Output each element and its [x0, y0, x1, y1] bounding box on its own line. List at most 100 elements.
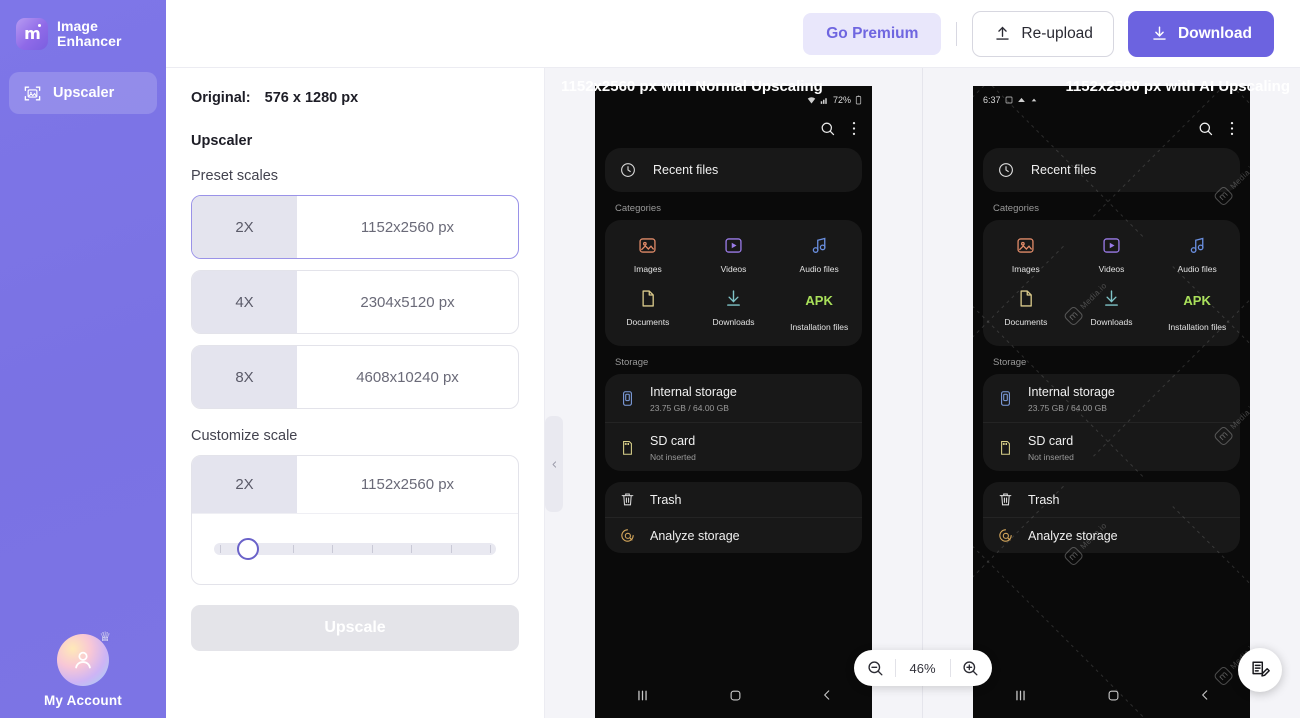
- home-icon[interactable]: [1106, 688, 1121, 703]
- battery-icon: [855, 95, 862, 105]
- category-downloads[interactable]: Downloads: [691, 288, 777, 332]
- original-label: Original:: [191, 90, 251, 106]
- recents-icon[interactable]: [1012, 687, 1029, 704]
- music-note-icon: [1187, 235, 1208, 256]
- category-documents[interactable]: Documents: [605, 288, 691, 332]
- sidebar-item-upscaler[interactable]: Upscaler: [9, 72, 157, 114]
- slider-tick: [332, 545, 334, 553]
- storage-sdcard-subtitle: Not inserted: [650, 452, 696, 462]
- sidebar: m Image Enhancer Upscaler ♕ My Account: [0, 0, 166, 718]
- preset-scale-2x-size: 1152x2560 px: [360, 218, 455, 236]
- upload-icon: [993, 24, 1012, 43]
- action-analyze-label: Analyze storage: [650, 528, 740, 543]
- storage-internal-title: Internal storage: [650, 385, 737, 399]
- go-premium-button[interactable]: Go Premium: [803, 12, 942, 55]
- collapse-panel-handle[interactable]: [545, 416, 563, 512]
- categories-header: Categories: [615, 203, 661, 214]
- category-audio[interactable]: Audio files: [776, 235, 862, 274]
- download-icon: [1150, 24, 1169, 43]
- app-root: m Image Enhancer Upscaler ♕ My Account G…: [0, 0, 1300, 718]
- category-audio-label: Audio files: [1177, 264, 1217, 274]
- storage-internal-text: Internal storage 23.75 GB / 64.00 GB: [650, 383, 737, 413]
- preview-image-ai[interactable]: 6:37 Recent files Categories Images Vide…: [973, 86, 1250, 718]
- search-icon[interactable]: [1197, 120, 1214, 137]
- my-account-label: My Account: [43, 693, 122, 708]
- preset-scale-4x-factor: 4X: [192, 271, 297, 333]
- storage-sdcard[interactable]: SD card Not inserted: [983, 422, 1240, 471]
- document-icon: [637, 288, 658, 309]
- video-icon: [1101, 235, 1122, 256]
- screenshot-icon: [1005, 96, 1013, 104]
- category-audio[interactable]: Audio files: [1154, 235, 1240, 274]
- storage-card: Internal storage 23.75 GB / 64.00 GB SD …: [983, 374, 1240, 471]
- custom-scale-slider[interactable]: [214, 538, 496, 560]
- storage-sdcard[interactable]: SD card Not inserted: [605, 422, 862, 471]
- storage-internal[interactable]: Internal storage 23.75 GB / 64.00 GB: [605, 374, 862, 422]
- zoom-in-button[interactable]: [961, 659, 980, 678]
- recent-files-row: Recent files: [983, 148, 1240, 192]
- my-account-button[interactable]: ♕ My Account: [0, 629, 166, 708]
- storage-sdcard-title: SD card: [1028, 434, 1074, 448]
- action-analyze-storage[interactable]: Analyze storage: [605, 517, 862, 553]
- categories-grid: Images Videos Audio files Documents Down…: [605, 220, 862, 346]
- brand-name-line1: Image: [57, 17, 98, 34]
- image-icon: [1015, 235, 1036, 256]
- category-images[interactable]: Images: [605, 235, 691, 274]
- category-installation-files[interactable]: APK Installation files: [1154, 288, 1240, 332]
- categories-grid: Images Videos Audio files Documents Down…: [983, 220, 1240, 346]
- slider-knob[interactable]: [236, 538, 259, 560]
- reupload-button[interactable]: Re-upload: [972, 10, 1114, 57]
- preview-area: 1152x2560 px with Normal Upscaling 72% R…: [545, 68, 1300, 718]
- signal-icon: [820, 96, 829, 105]
- phone-battery-percent: 72%: [832, 95, 851, 105]
- video-icon: [723, 235, 744, 256]
- back-icon[interactable]: [1198, 688, 1212, 702]
- preset-scale-2x[interactable]: 2X 1152x2560 px: [191, 195, 519, 259]
- recent-files-label: Recent files: [653, 163, 719, 177]
- phone-navbar: [973, 672, 1250, 718]
- more-vertical-icon[interactable]: [1230, 120, 1234, 137]
- storage-internal[interactable]: Internal storage 23.75 GB / 64.00 GB: [983, 374, 1240, 422]
- category-images[interactable]: Images: [983, 235, 1069, 274]
- recents-icon[interactable]: [634, 687, 651, 704]
- preset-scale-4x[interactable]: 4X 2304x5120 px: [191, 270, 519, 334]
- category-downloads[interactable]: Downloads: [1069, 288, 1155, 332]
- action-trash[interactable]: Trash: [605, 482, 862, 517]
- category-documents[interactable]: Documents: [983, 288, 1069, 332]
- search-icon[interactable]: [819, 120, 836, 137]
- phone-toolbar-ai: [973, 114, 1250, 148]
- action-trash[interactable]: Trash: [983, 482, 1240, 517]
- category-videos[interactable]: Videos: [691, 235, 777, 274]
- cloud2-icon: [1030, 96, 1038, 104]
- custom-scale-slider-wrap: [192, 514, 518, 584]
- brand-logo-block: m Image Enhancer: [0, 0, 166, 50]
- preset-scales-label: Preset scales: [191, 168, 279, 184]
- download-button[interactable]: Download: [1127, 10, 1274, 57]
- reupload-label: Re-upload: [1021, 24, 1093, 42]
- recent-files-row: Recent files: [605, 148, 862, 192]
- more-vertical-icon[interactable]: [852, 120, 856, 137]
- back-icon[interactable]: [820, 688, 834, 702]
- slider-tick: [411, 545, 413, 553]
- action-trash-label: Trash: [650, 492, 682, 507]
- recent-files-card[interactable]: Recent files: [605, 148, 862, 192]
- action-analyze-storage[interactable]: Analyze storage: [983, 517, 1240, 553]
- category-videos[interactable]: Videos: [1069, 235, 1155, 274]
- storage-header: Storage: [993, 357, 1027, 368]
- home-icon[interactable]: [728, 688, 743, 703]
- pane-ai-upscaling: 1152x2560 px with AI Upscaling 6:37 Rece…: [922, 68, 1300, 718]
- preset-scale-8x-size: 4608x10240 px: [356, 368, 459, 386]
- custom-scale-row[interactable]: 2X 1152x2560 px: [192, 456, 518, 514]
- feedback-button[interactable]: [1238, 648, 1282, 692]
- recent-files-card[interactable]: Recent files: [983, 148, 1240, 192]
- brand-mark-letter: m: [24, 24, 41, 43]
- pane-normal-label: 1152x2560 px with Normal Upscaling: [561, 78, 823, 95]
- analyze-storage-icon: [619, 527, 636, 544]
- cloud-icon: [1017, 96, 1026, 105]
- storage-sdcard-text: SD card Not inserted: [650, 432, 696, 462]
- preview-image-normal[interactable]: 72% Recent files Categories Images Video…: [595, 86, 872, 718]
- upscale-button[interactable]: Upscale: [191, 605, 519, 651]
- preset-scale-8x[interactable]: 8X 4608x10240 px: [191, 345, 519, 409]
- zoom-out-button[interactable]: [866, 659, 885, 678]
- category-installation-files[interactable]: APK Installation files: [776, 288, 862, 332]
